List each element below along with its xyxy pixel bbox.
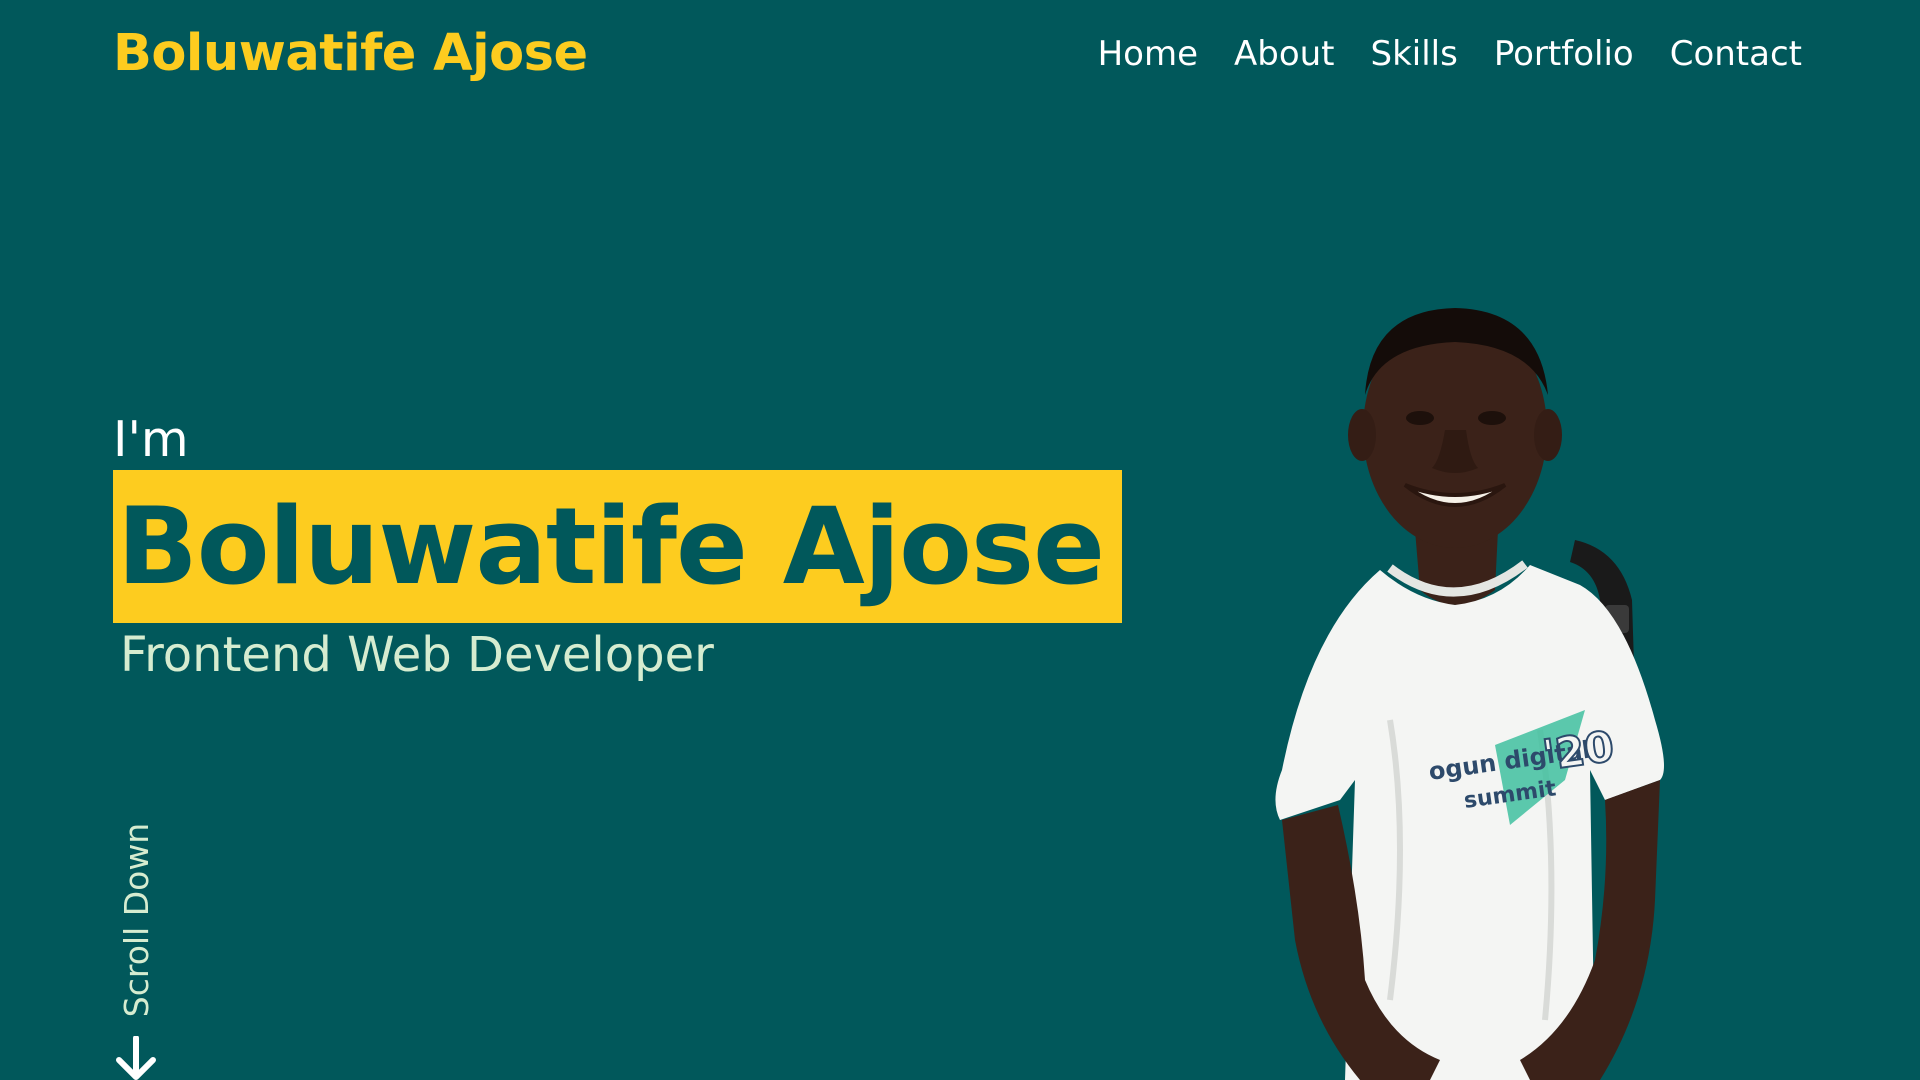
nav-contact[interactable]: Contact <box>1670 34 1802 74</box>
nav-home[interactable]: Home <box>1098 34 1198 74</box>
site-logo[interactable]: Boluwatife Ajose <box>113 24 588 84</box>
scroll-down-label: Scroll Down <box>117 822 156 1018</box>
main-nav: Home About Skills Portfolio Contact <box>1098 34 1802 74</box>
hero-name: Boluwatife Ajose <box>117 484 1105 608</box>
nav-portfolio[interactable]: Portfolio <box>1494 34 1634 74</box>
arrow-down-icon <box>116 1036 156 1080</box>
hero-intro: I'm <box>113 411 189 468</box>
nav-skills[interactable]: Skills <box>1371 34 1458 74</box>
portrait-image: ogun digital summit '20 <box>1275 308 1664 1080</box>
scroll-down-link[interactable]: Scroll Down <box>114 810 158 1080</box>
hero-name-highlight: Boluwatife Ajose <box>113 470 1122 623</box>
hero-role: Frontend Web Developer <box>120 627 714 683</box>
svg-text:'20: '20 <box>1540 721 1617 779</box>
nav-about[interactable]: About <box>1234 34 1335 74</box>
